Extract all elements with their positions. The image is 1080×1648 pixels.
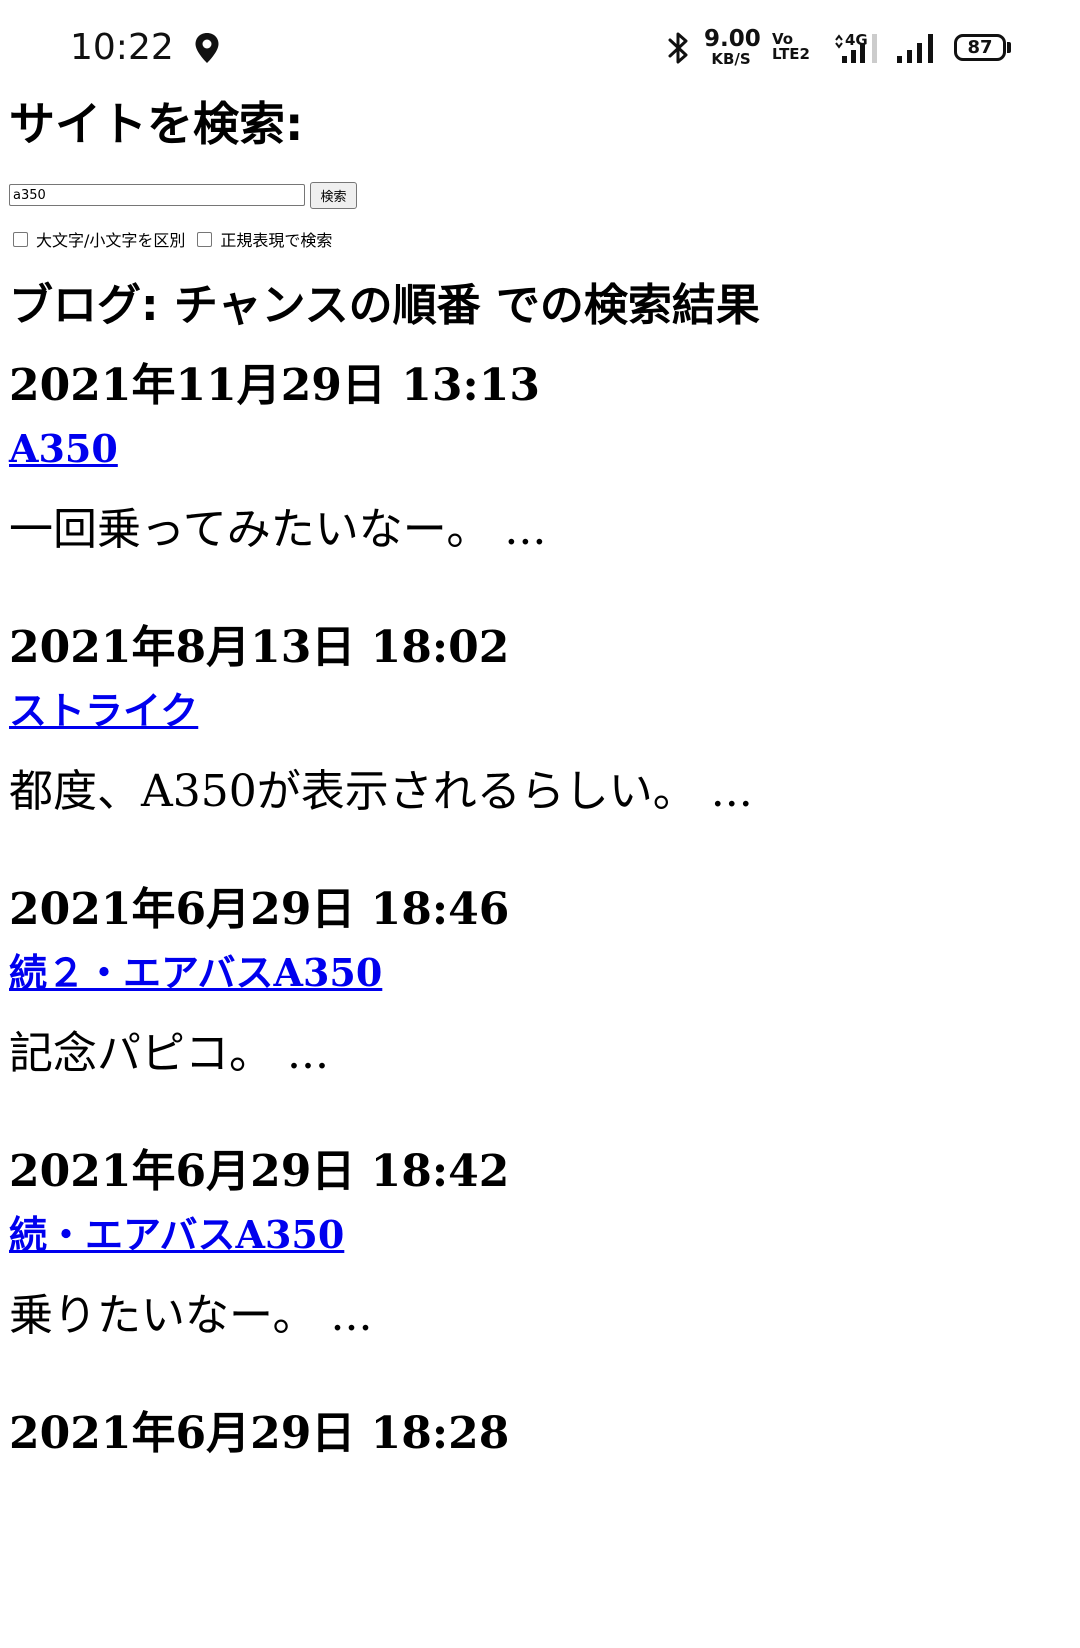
battery-icon: 87 [954,34,1006,61]
result-date: 2021年6月29日 18:42 [9,1146,510,1197]
search-form: 検索 [9,180,1069,210]
result-title-link[interactable]: 続・エアバスA350 [9,1204,1069,1260]
bluetooth-icon [668,32,688,64]
result-item: 2021年8月13日 18:02 ストライク 都度、A350が表示されるらしい。… [9,600,1069,862]
result-date: 2021年6月29日 18:28 [9,1408,510,1459]
page-content: サイトを検索: 検索 大文字/小文字を区別 正規表現で検索 ブログ: チャンスの… [9,92,1069,1648]
result-snippet: 都度、A350が表示されるらしい。 ... [9,766,753,817]
result-title-link[interactable]: ストライク [9,680,1069,736]
case-sensitive-label: 大文字/小文字を区別 [36,231,186,250]
result-date: 2021年11月29日 13:13 [9,360,540,411]
signal-strength-icon [897,34,933,63]
status-bar: 10:22 9.00 KB/S Vo LTE2 4G 87 [0,0,1080,92]
result-snippet: 一回乗ってみたいなー。 ... [9,504,547,555]
regex-checkbox[interactable] [197,231,213,247]
battery-tip [1007,42,1011,53]
network-speed: 9.00 KB/S [704,26,761,68]
search-input[interactable] [9,184,305,206]
regex-label: 正規表現で検索 [220,231,333,250]
result-date: 2021年8月13日 18:02 [9,622,510,673]
network-speed-unit: KB/S [711,50,751,68]
case-sensitive-checkbox[interactable] [13,231,28,247]
result-item: 2021年6月29日 18:46 続２・エアバスA350 記念パピコ。 ... [9,862,1069,1124]
search-button[interactable]: 検索 [310,181,357,209]
result-item: 2021年11月29日 13:13 A350 一回乗ってみたいなー。 ... [9,338,1069,600]
network-type: 4G [845,31,868,49]
volte-indicator: Vo LTE2 [772,32,810,62]
page-title: サイトを検索: [9,97,304,151]
search-options: 大文字/小文字を区別 正規表現で検索 [9,226,1069,252]
results-heading: ブログ: チャンスの順番 での検索結果 [9,280,760,331]
result-date: 2021年6月29日 18:46 [9,884,510,935]
battery-level: 87 [967,37,993,58]
result-snippet: 乗りたいなー。 ... [9,1290,373,1341]
regex-option[interactable]: 正規表現で検索 [193,227,332,251]
status-time: 10:22 [70,27,174,68]
network-speed-value: 9.00 [704,26,761,52]
result-title-link[interactable]: A350 [9,418,1069,474]
result-item: 2021年6月29日 18:28 [9,1386,1069,1648]
location-icon [195,33,219,63]
result-title-link[interactable]: 続２・エアバスA350 [9,942,1069,998]
volte-bottom: LTE2 [772,45,810,63]
result-item: 2021年6月29日 18:42 続・エアバスA350 乗りたいなー。 ... [9,1124,1069,1386]
case-sensitive-option[interactable]: 大文字/小文字を区別 [9,227,185,251]
result-snippet: 記念パピコ。 ... [9,1028,329,1079]
